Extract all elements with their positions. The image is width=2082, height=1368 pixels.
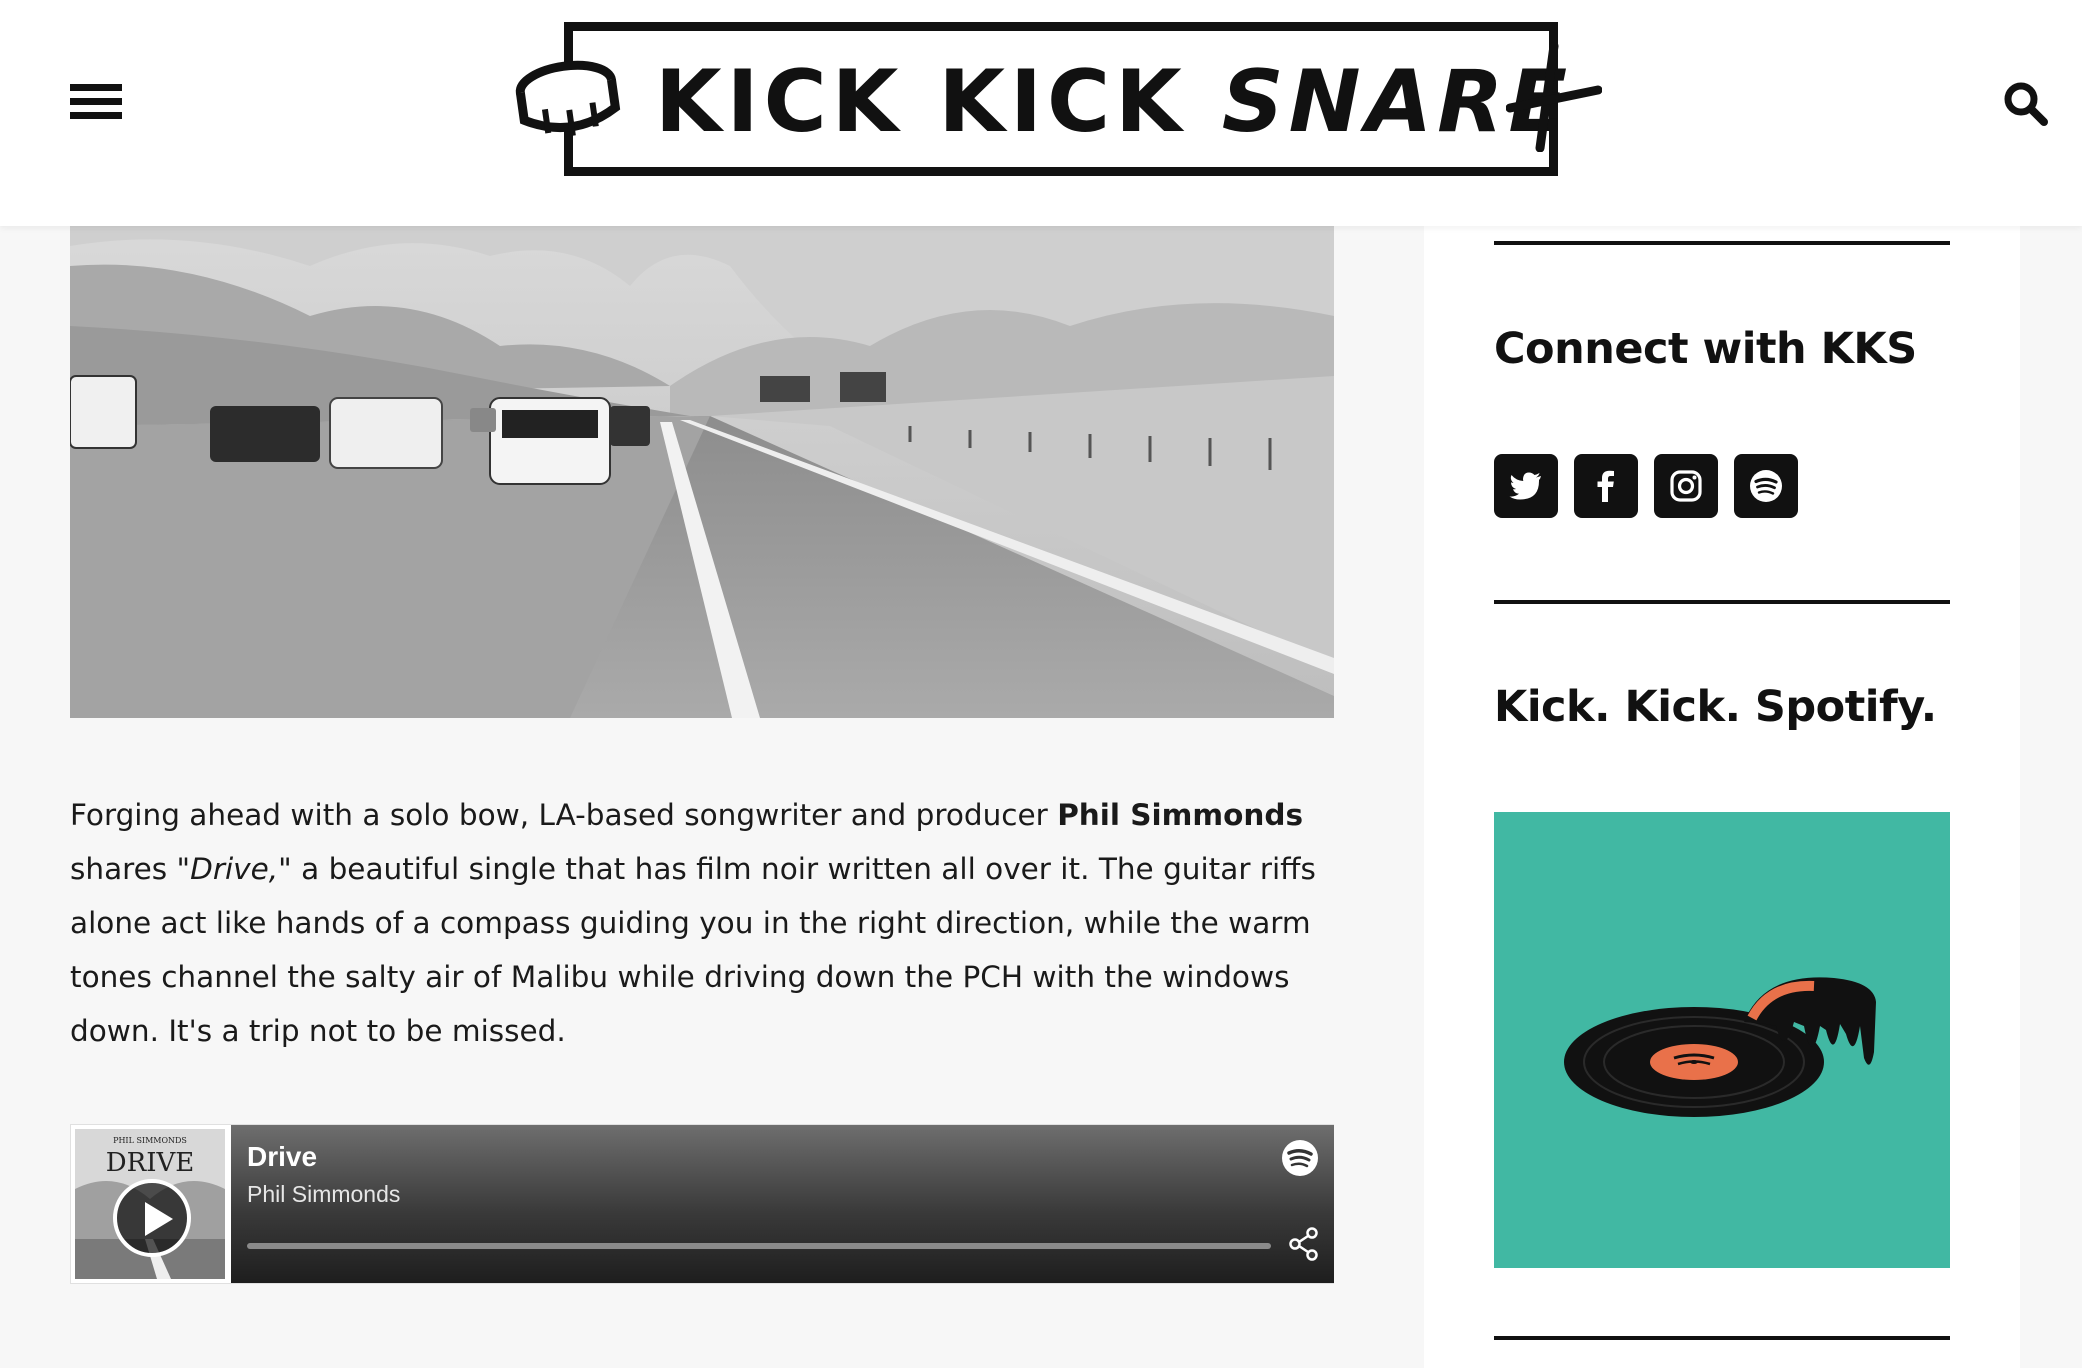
hamburger-menu-icon[interactable] — [70, 82, 122, 122]
site-logo[interactable]: KICK KICK SNARE — [510, 18, 1606, 180]
play-icon[interactable] — [113, 1179, 191, 1257]
search-icon[interactable] — [2002, 80, 2048, 126]
twitter-link[interactable] — [1494, 454, 1558, 518]
drum-icon — [515, 60, 621, 137]
sidebar-divider — [1494, 600, 1950, 604]
connect-heading: Connect with KKS — [1494, 324, 1917, 374]
sidebar-divider — [1494, 1336, 1950, 1340]
article-text-shares: shares — [70, 852, 168, 886]
player-controls: Drive Phil Simmonds — [231, 1125, 1334, 1283]
site-header: KICK KICK SNARE — [0, 0, 2082, 226]
drumstick-icon — [1506, 42, 1602, 152]
sidebar: Connect with KKS Kick. Kick. Spotify. — [1424, 226, 2020, 1368]
album-art-artist-text: PHIL SIMMONDS — [113, 1136, 187, 1145]
spotify-playlist-promo[interactable] — [1494, 812, 1950, 1268]
share-icon[interactable] — [1287, 1227, 1321, 1261]
album-art-title-text: DRIVE — [106, 1148, 194, 1178]
spotify-icon — [1750, 470, 1782, 502]
progress-bar[interactable] — [247, 1243, 1271, 1249]
album-art: PHIL SIMMONDS DRIVE — [75, 1129, 225, 1279]
article-text-intro: Forging ahead with a solo bow, LA-based … — [70, 798, 1048, 832]
spotify-heading: Kick. Kick. Spotify. — [1494, 682, 1937, 732]
song-title: "Drive," — [176, 852, 292, 886]
article-paragraph: Forging ahead with a solo bow, LA-based … — [70, 788, 1340, 1058]
facebook-link[interactable] — [1574, 454, 1638, 518]
logo-text-regular: KICK KICK — [655, 52, 1187, 152]
spotify-link[interactable] — [1734, 454, 1798, 518]
artist-name: Phil Simmonds — [1057, 798, 1304, 832]
track-title[interactable]: Drive — [247, 1141, 317, 1173]
instagram-icon — [1670, 470, 1702, 502]
twitter-icon — [1509, 472, 1541, 500]
sidebar-divider — [1494, 241, 1950, 245]
melting-record-image — [1564, 977, 1876, 1117]
logo-wordmark: KICK KICK SNARE — [655, 52, 1572, 152]
article-hero-image — [70, 226, 1334, 718]
spotify-player: PHIL SIMMONDS DRIVE Drive Phil Simmonds — [70, 1124, 1334, 1284]
instagram-link[interactable] — [1654, 454, 1718, 518]
spotify-icon[interactable] — [1281, 1139, 1319, 1177]
facebook-icon — [1597, 470, 1614, 502]
highway-photo — [70, 226, 1334, 718]
track-artist[interactable]: Phil Simmonds — [247, 1181, 400, 1208]
